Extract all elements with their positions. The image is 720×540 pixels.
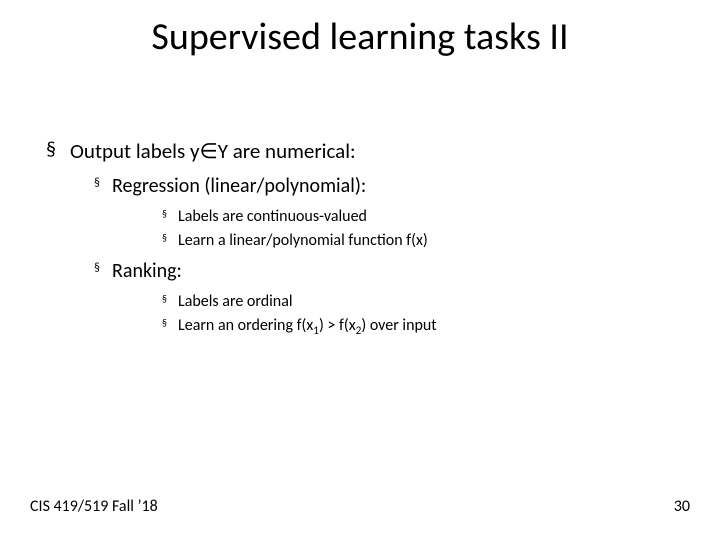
ranking-2-pre: Learn an ordering f(x xyxy=(178,316,313,335)
bullet-ranking-2: Learn an ordering f(x1) > f(x2) over inp… xyxy=(112,316,674,338)
bullet-ranking: Ranking: Labels are ordinal Learn an ord… xyxy=(70,259,674,338)
ranking-2-mid: ) > f(x xyxy=(319,316,356,335)
slide-title: Supervised learning tasks II xyxy=(0,14,720,60)
bullet-ranking-label: Ranking: xyxy=(112,259,182,283)
bullet-regression-1: Labels are continuous-valued xyxy=(112,207,674,227)
bullet-regression-2: Learn a linear/polynomial function f(x) xyxy=(112,231,674,251)
bullet-regression-label: Regression (linear/polynomial): xyxy=(112,174,366,198)
footer-page-number: 30 xyxy=(674,497,690,516)
bullet-main: Output labels y∈Y are numerical: Regress… xyxy=(46,138,674,338)
bullet-ranking-1: Labels are ordinal xyxy=(112,292,674,312)
ranking-2-post: ) over input xyxy=(361,316,436,335)
slide: Supervised learning tasks II Output labe… xyxy=(0,0,720,540)
slide-body: Output labels y∈Y are numerical: Regress… xyxy=(46,138,674,346)
footer-course: CIS 419/519 Fall ’18 xyxy=(30,497,158,516)
bullet-main-text: Output labels y∈Y are numerical: xyxy=(70,138,356,164)
bullet-regression: Regression (linear/polynomial): Labels a… xyxy=(70,174,674,251)
